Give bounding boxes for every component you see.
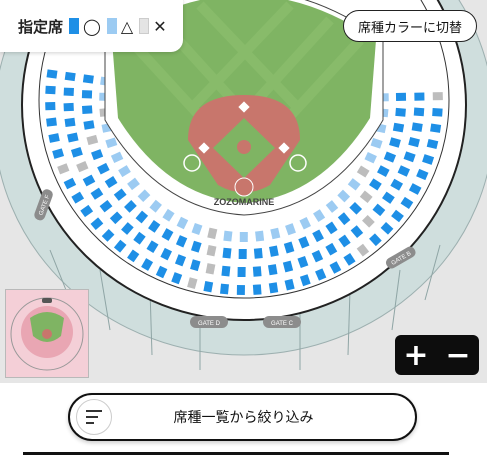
seat-availability-legend: 指定席 ◯ △ ✕: [0, 0, 183, 52]
stadium-name-label: ZOZOMARINE: [214, 197, 275, 207]
seat-block[interactable]: [414, 92, 425, 101]
seat-block[interactable]: [411, 122, 423, 132]
seat-block[interactable]: [45, 85, 56, 95]
seat-color-toggle-button[interactable]: 席種カラーに切替: [342, 10, 477, 42]
seat-block[interactable]: [46, 117, 57, 127]
seat-type-filter-button[interactable]: 席種一覧から絞り込み: [68, 393, 417, 441]
seat-block[interactable]: [239, 231, 248, 243]
seat-type-filter-label: 席種一覧から絞り込み: [173, 410, 314, 426]
gate-d-label: GATE D: [198, 321, 221, 327]
seat-block[interactable]: [83, 120, 95, 130]
seat-block[interactable]: [81, 90, 93, 99]
seat-block[interactable]: [223, 230, 233, 242]
seat-block[interactable]: [252, 266, 262, 277]
seat-block[interactable]: [413, 107, 425, 117]
legend-symbol-soldout: ✕: [153, 16, 167, 36]
legend-swatch-few: [106, 18, 117, 34]
seat-block[interactable]: [395, 107, 406, 117]
seat-block[interactable]: [46, 69, 58, 79]
seat-block[interactable]: [45, 101, 56, 111]
seat-block[interactable]: [237, 266, 246, 278]
seat-block[interactable]: [63, 102, 74, 112]
zoom-out-button[interactable]: −: [437, 335, 479, 375]
seat-block[interactable]: [432, 107, 443, 117]
minimap-stadium: [10, 297, 84, 371]
seat-block[interactable]: [236, 284, 245, 296]
seat-block[interactable]: [268, 282, 279, 294]
seat-block[interactable]: [220, 283, 229, 295]
seat-block[interactable]: [430, 123, 442, 133]
seat-block[interactable]: [222, 247, 232, 259]
zoom-controls: + −: [395, 335, 479, 375]
seat-block[interactable]: [252, 284, 262, 295]
seat-block[interactable]: [63, 87, 74, 97]
legend-swatch-soldout: [139, 18, 150, 34]
seat-block[interactable]: [255, 230, 265, 242]
overview-minimap[interactable]: [5, 289, 89, 378]
seat-block[interactable]: [221, 265, 231, 277]
seat-block[interactable]: [395, 92, 407, 101]
gate-c-label: GATE C: [271, 321, 294, 327]
seat-block[interactable]: [64, 71, 76, 82]
legend-swatch-available: [69, 18, 80, 34]
stadium-seat-map[interactable]: ZOZOMARINE GATE F GATE D GATE C GATE B 指…: [0, 0, 487, 383]
legend-symbol-available: ◯: [83, 16, 101, 36]
filter-list-icon: [76, 399, 112, 435]
seat-block[interactable]: [267, 264, 278, 276]
zoom-in-button[interactable]: +: [395, 335, 437, 375]
seat-block[interactable]: [81, 105, 93, 115]
legend-symbol-few: △: [120, 16, 134, 36]
legend-title: 指定席: [18, 17, 64, 36]
seat-block[interactable]: [238, 248, 247, 260]
seat-block[interactable]: [253, 248, 263, 259]
seat-block[interactable]: [82, 74, 94, 84]
seat-block[interactable]: [432, 92, 443, 101]
seat-block[interactable]: [64, 117, 76, 128]
